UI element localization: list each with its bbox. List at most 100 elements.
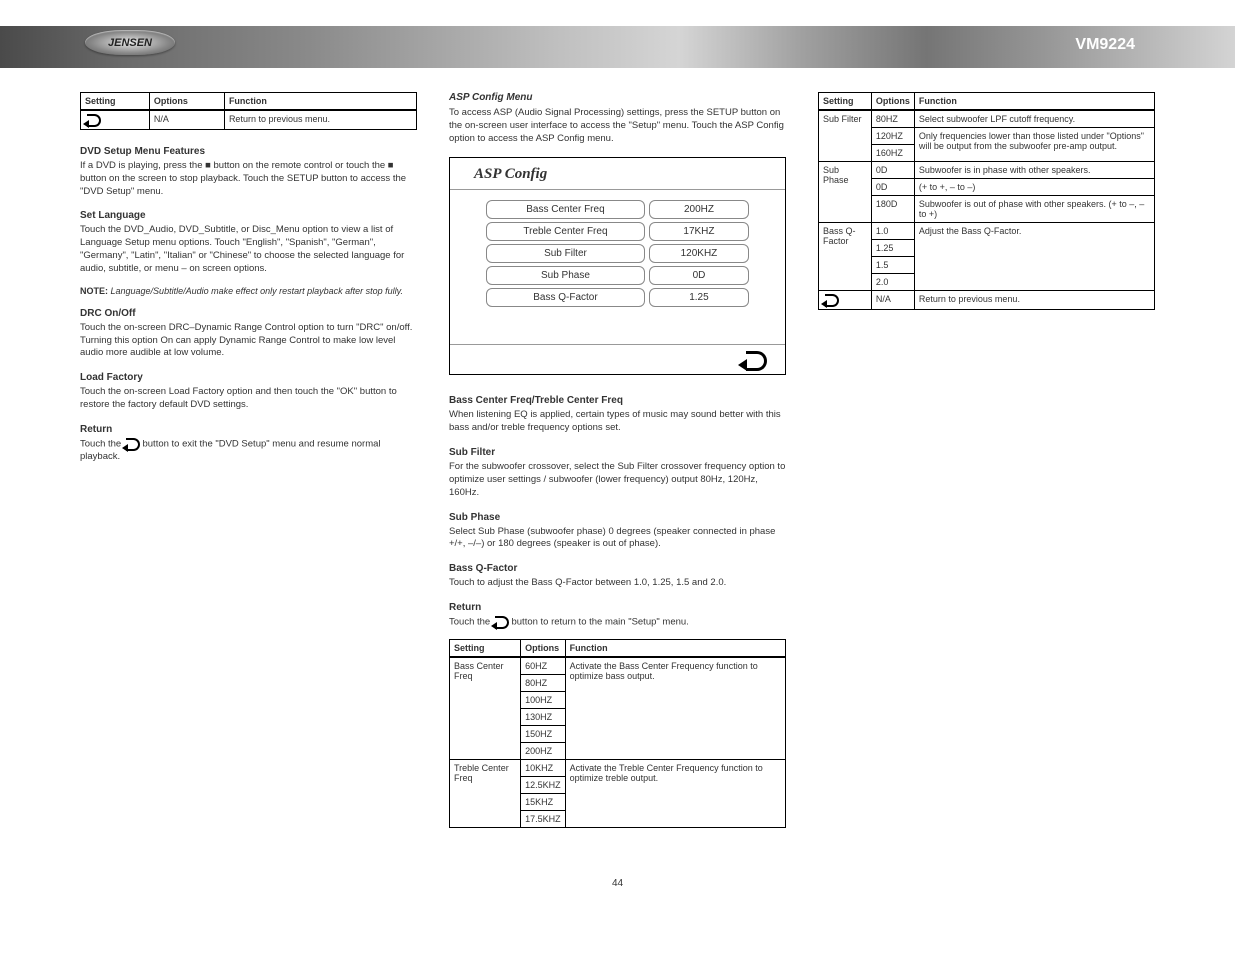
return-icon bbox=[124, 438, 140, 450]
language-note: NOTE: Language/Subtitle/Audio make effec… bbox=[80, 286, 417, 296]
bass-treble-desc: When listening EQ is applied, certain ty… bbox=[449, 409, 786, 435]
cell-return-icon bbox=[819, 291, 872, 310]
cell-option: 120HZ bbox=[871, 128, 914, 145]
set-language-desc: Touch the DVD_Audio, DVD_Subtitle, or Di… bbox=[80, 224, 417, 275]
asp-setting-value[interactable]: 17KHZ bbox=[649, 222, 749, 241]
cell-function: Select subwoofer LPF cutoff frequency. bbox=[914, 110, 1154, 128]
asp-setting-label[interactable]: Bass Q-Factor bbox=[486, 288, 645, 307]
load-factory-desc: Touch the on-screen Load Factory option … bbox=[80, 386, 417, 412]
asp-setting-label[interactable]: Sub Phase bbox=[486, 266, 645, 285]
col3-options-table: Setting Options Function Sub Filter 80HZ… bbox=[818, 92, 1155, 310]
cell-option: 100HZ bbox=[521, 692, 566, 709]
cell-setting: Sub Phase bbox=[819, 162, 872, 223]
cell-function: Subwoofer is out of phase with other spe… bbox=[914, 196, 1154, 223]
cell-function: Return to previous menu. bbox=[914, 291, 1154, 310]
cell-option: 0D bbox=[871, 162, 914, 179]
brand-logo: JENSEN bbox=[85, 30, 175, 55]
asp-setting-label[interactable]: Treble Center Freq bbox=[486, 222, 645, 241]
load-factory-heading: Load Factory bbox=[80, 372, 417, 383]
page-body: Setting Options Function N/A Return to p… bbox=[0, 68, 1235, 878]
return-desc-1: Touch the button to exit the "DVD Setup"… bbox=[80, 438, 417, 464]
cell-function: Activate the Bass Center Frequency funct… bbox=[565, 657, 785, 760]
asp-setting-label[interactable]: Sub Filter bbox=[486, 244, 645, 263]
column-2: ASP Config Menu To access ASP (Audio Sig… bbox=[449, 88, 786, 838]
th-setting: Setting bbox=[81, 93, 150, 111]
th-function: Function bbox=[224, 93, 416, 111]
cell-option: 12.5KHZ bbox=[521, 777, 566, 794]
note-text: Language/Subtitle/Audio make effect only… bbox=[111, 286, 404, 296]
asp-row: Bass Center Freq 200HZ bbox=[486, 200, 749, 219]
bass-treble-heading: Bass Center Freq/Treble Center Freq bbox=[449, 395, 786, 406]
asp-config-panel: ASP Config Bass Center Freq 200HZ Treble… bbox=[449, 157, 786, 375]
th-options: Options bbox=[149, 93, 224, 111]
cell-option: 180D bbox=[871, 196, 914, 223]
cell-option: 200HZ bbox=[521, 743, 566, 760]
cell-function: Only frequencies lower than those listed… bbox=[914, 128, 1154, 162]
drc-desc: Touch the on-screen DRC–Dynamic Range Co… bbox=[80, 322, 417, 360]
asp-config-intro: To access ASP (Audio Signal Processing) … bbox=[449, 107, 786, 145]
cell-option: 1.25 bbox=[871, 240, 914, 257]
cell-option: 0D bbox=[871, 179, 914, 196]
return-text-b: button to return to the main "Setup" men… bbox=[511, 616, 688, 627]
cell-option: 2.0 bbox=[871, 274, 914, 291]
col1-return-table: Setting Options Function N/A Return to p… bbox=[80, 92, 417, 130]
sub-phase-desc: Select Sub Phase (subwoofer phase) 0 deg… bbox=[449, 526, 786, 552]
asp-setting-value[interactable]: 0D bbox=[649, 266, 749, 285]
cell-option: 80HZ bbox=[521, 675, 566, 692]
header-band: JENSEN VM9224 bbox=[0, 26, 1235, 68]
asp-panel-title: ASP Config bbox=[450, 158, 785, 190]
cell-function: Adjust the Bass Q-Factor. bbox=[914, 223, 1154, 291]
asp-setting-value[interactable]: 1.25 bbox=[649, 288, 749, 307]
return-heading-1: Return bbox=[80, 424, 417, 435]
asp-panel-footer bbox=[450, 344, 785, 374]
th-setting: Setting bbox=[819, 93, 872, 111]
bass-q-desc: Touch to adjust the Bass Q-Factor betwee… bbox=[449, 577, 786, 590]
column-1: Setting Options Function N/A Return to p… bbox=[80, 88, 417, 838]
th-function: Function bbox=[565, 640, 785, 658]
asp-setting-value[interactable]: 120KHZ bbox=[649, 244, 749, 263]
note-label: NOTE: bbox=[80, 286, 108, 296]
asp-row: Bass Q-Factor 1.25 bbox=[486, 288, 749, 307]
th-setting: Setting bbox=[450, 640, 521, 658]
cell-option: 130HZ bbox=[521, 709, 566, 726]
return-text-a: Touch the bbox=[449, 616, 490, 627]
th-options: Options bbox=[521, 640, 566, 658]
cell-setting: Bass Center Freq bbox=[450, 657, 521, 760]
return-icon[interactable] bbox=[741, 351, 767, 369]
asp-row: Sub Filter 120KHZ bbox=[486, 244, 749, 263]
return-text-a: Touch the bbox=[80, 438, 121, 449]
cell-return-icon bbox=[81, 110, 150, 130]
asp-setting-label[interactable]: Bass Center Freq bbox=[486, 200, 645, 219]
return-desc-2: Touch the button to return to the main "… bbox=[449, 616, 786, 629]
cell-option: 1.5 bbox=[871, 257, 914, 274]
sub-filter-desc: For the subwoofer crossover, select the … bbox=[449, 461, 786, 499]
asp-config-menu-heading: ASP Config Menu bbox=[449, 92, 786, 103]
cell-setting: Sub Filter bbox=[819, 110, 872, 162]
bass-q-heading: Bass Q-Factor bbox=[449, 563, 786, 574]
set-language-heading: Set Language bbox=[80, 210, 417, 221]
sub-filter-heading: Sub Filter bbox=[449, 447, 786, 458]
asp-row: Sub Phase 0D bbox=[486, 266, 749, 285]
cell-function: Activate the Treble Center Frequency fun… bbox=[565, 760, 785, 828]
cell-option: 60HZ bbox=[521, 657, 566, 675]
th-options: Options bbox=[871, 93, 914, 111]
cell-option: 17.5KHZ bbox=[521, 811, 566, 828]
cell-setting: Treble Center Freq bbox=[450, 760, 521, 828]
sub-phase-heading: Sub Phase bbox=[449, 512, 786, 523]
cell-function: (+ to +, – to –) bbox=[914, 179, 1154, 196]
cell-function: Subwoofer is in phase with other speaker… bbox=[914, 162, 1154, 179]
dvd-setup-heading: DVD Setup Menu Features bbox=[80, 146, 417, 157]
cell-option: 1.0 bbox=[871, 223, 914, 240]
cell-function: Return to previous menu. bbox=[224, 110, 416, 130]
cell-option: 150HZ bbox=[521, 726, 566, 743]
return-icon bbox=[823, 294, 839, 306]
return-icon bbox=[85, 114, 101, 126]
cell-options: N/A bbox=[871, 291, 914, 310]
return-icon bbox=[493, 616, 509, 628]
asp-panel-body: Bass Center Freq 200HZ Treble Center Fre… bbox=[450, 190, 785, 307]
cell-option: 80HZ bbox=[871, 110, 914, 128]
cell-option: 160HZ bbox=[871, 145, 914, 162]
cell-options: N/A bbox=[149, 110, 224, 130]
th-function: Function bbox=[914, 93, 1154, 111]
asp-setting-value[interactable]: 200HZ bbox=[649, 200, 749, 219]
